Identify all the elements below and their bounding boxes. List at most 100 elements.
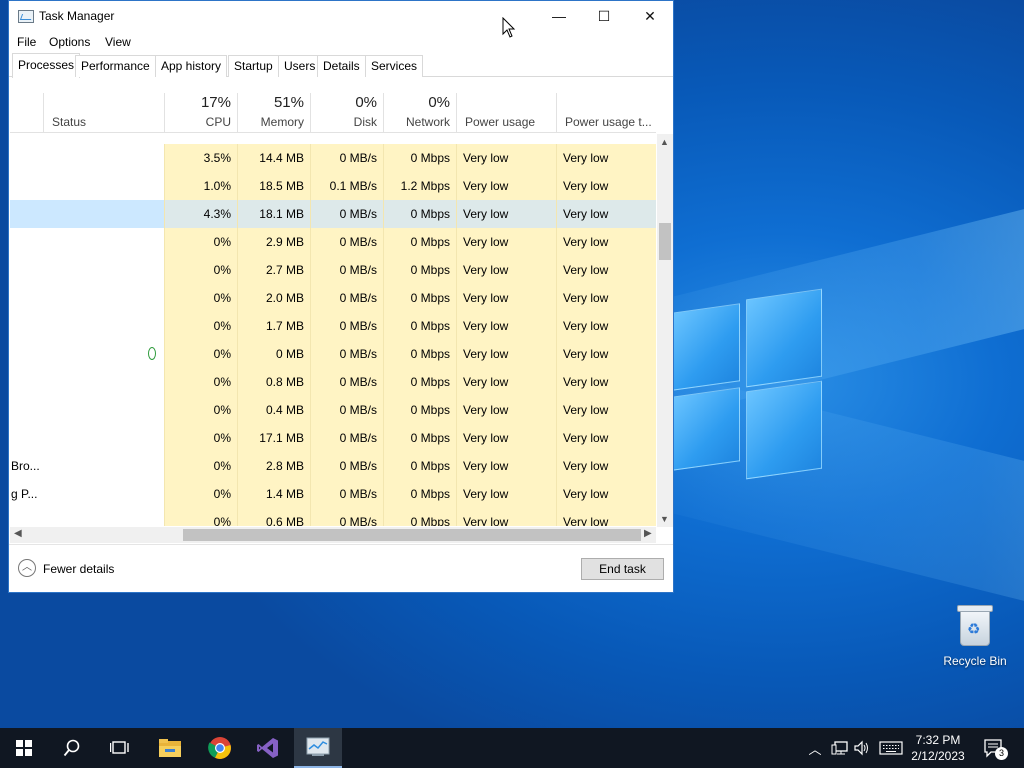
- task-manager-icon: [18, 10, 34, 23]
- process-name: [10, 144, 164, 172]
- start-button[interactable]: [0, 728, 48, 768]
- process-name: [10, 340, 164, 368]
- table-row[interactable]: 3.5% 14.4 MB 0 MB/s 0 Mbps Very low Very low: [10, 144, 656, 172]
- table-row[interactable]: 4.3% 18.1 MB 0 MB/s 0 Mbps Very low Very low: [10, 200, 656, 228]
- maximize-button[interactable]: ☐: [581, 1, 627, 32]
- chevron-up-icon[interactable]: ︿: [18, 559, 36, 577]
- vertical-scrollbar[interactable]: ▲ ▼: [657, 134, 673, 527]
- mouse-cursor-icon: [502, 17, 516, 38]
- table-row[interactable]: 0% 2.0 MB 0 MB/s 0 Mbps Very low Very low: [10, 284, 656, 312]
- task-manager-taskbar-button[interactable]: [294, 728, 342, 768]
- task-view-button[interactable]: [96, 728, 144, 768]
- recycle-bin-label: Recycle Bin: [943, 654, 1007, 668]
- window-title: Task Manager: [39, 9, 115, 23]
- cell-cpu: 1.0%: [164, 172, 237, 200]
- table-header: Status 17% CPU 51% Memory 0% Disk 0% Net…: [10, 93, 656, 133]
- cell-power-trend: Very low: [556, 256, 656, 284]
- cell-power: Very low: [456, 508, 556, 526]
- visual-studio-button[interactable]: [244, 728, 292, 768]
- table-row[interactable]: 0% 0 MB 0 MB/s 0 Mbps Very low Very low: [10, 340, 656, 368]
- menu-view[interactable]: View: [105, 35, 131, 49]
- visual-studio-icon: [257, 738, 278, 758]
- column-network[interactable]: 0% Network: [383, 93, 456, 133]
- table-row[interactable]: 0% 2.9 MB 0 MB/s 0 Mbps Very low Very low: [10, 228, 656, 256]
- process-name: g P...: [11, 487, 38, 501]
- tab-app-history[interactable]: App history: [155, 55, 228, 77]
- search-button[interactable]: [48, 728, 96, 768]
- action-center-button[interactable]: 3: [978, 728, 1010, 768]
- column-status[interactable]: Status: [43, 93, 164, 133]
- cell-network: 0 Mbps: [383, 368, 456, 396]
- cell-disk: 0 MB/s: [310, 200, 383, 228]
- cell-power-trend: Very low: [556, 452, 656, 480]
- show-hidden-icons-button[interactable]: ︿: [806, 728, 824, 768]
- cell-power: Very low: [456, 368, 556, 396]
- recycle-bin-shortcut[interactable]: ♻ Recycle Bin: [940, 600, 1010, 668]
- cell-power-trend: Very low: [556, 508, 656, 526]
- table-row[interactable]: 0% 1.7 MB 0 MB/s 0 Mbps Very low Very low: [10, 312, 656, 340]
- volume-tray-button[interactable]: [852, 728, 872, 768]
- process-name: [10, 172, 164, 200]
- cell-power: Very low: [456, 200, 556, 228]
- cell-network: 1.2 Mbps: [383, 172, 456, 200]
- fewer-details-link[interactable]: Fewer details: [43, 562, 114, 576]
- menu-file[interactable]: File: [17, 35, 36, 49]
- tab-startup[interactable]: Startup: [228, 55, 279, 77]
- column-disk[interactable]: 0% Disk: [310, 93, 383, 133]
- clock-time: 7:32 PM: [915, 733, 961, 747]
- keyboard-icon: [879, 741, 903, 755]
- cell-cpu: 0%: [164, 228, 237, 256]
- keyboard-tray-button[interactable]: [878, 728, 904, 768]
- column-cpu[interactable]: 17% CPU: [164, 93, 237, 133]
- table-row[interactable]: Bro... 0% 2.8 MB 0 MB/s 0 Mbps Very low Very l…: [10, 452, 656, 480]
- close-button[interactable]: ✕: [627, 1, 673, 32]
- scroll-up-icon[interactable]: ▲: [660, 137, 669, 147]
- table-row[interactable]: 1.0% 18.5 MB 0.1 MB/s 1.2 Mbps Very low Very …: [10, 172, 656, 200]
- menu-options[interactable]: Options: [49, 35, 90, 49]
- column-memory[interactable]: 51% Memory: [237, 93, 310, 133]
- end-task-button[interactable]: End task: [581, 558, 664, 580]
- cell-cpu: 0%: [164, 480, 237, 508]
- network-tray-button[interactable]: [830, 728, 850, 768]
- tab-services[interactable]: Services: [365, 55, 424, 77]
- chrome-button[interactable]: [196, 728, 244, 768]
- table-row[interactable]: 0% 0.4 MB 0 MB/s 0 Mbps Very low Very low: [10, 396, 656, 424]
- horizontal-scrollbar[interactable]: ◀ ▶: [10, 527, 656, 543]
- column-power-usage-trend[interactable]: Power usage t...: [556, 93, 656, 133]
- cell-cpu: 0%: [164, 424, 237, 452]
- title-bar[interactable]: Task Manager — ☐ ✕: [9, 1, 673, 32]
- cell-cpu: 0%: [164, 340, 237, 368]
- table-row[interactable]: 0% 0.8 MB 0 MB/s 0 Mbps Very low Very low: [10, 368, 656, 396]
- table-row[interactable]: 0% 17.1 MB 0 MB/s 0 Mbps Very low Very low: [10, 424, 656, 452]
- cell-power-trend: Very low: [556, 172, 656, 200]
- scroll-down-icon[interactable]: ▼: [660, 514, 669, 524]
- cell-memory: 0.8 MB: [237, 368, 310, 396]
- cell-disk: 0 MB/s: [310, 340, 383, 368]
- cell-cpu: 0%: [164, 256, 237, 284]
- cell-network: 0 Mbps: [383, 508, 456, 526]
- tab-users[interactable]: Users: [278, 55, 322, 77]
- cell-disk: 0 MB/s: [310, 368, 383, 396]
- cell-power: Very low: [456, 144, 556, 172]
- cell-power-trend: Very low: [556, 284, 656, 312]
- table-row[interactable]: 0% 0.6 MB 0 MB/s 0 Mbps Very low Very low: [10, 508, 656, 526]
- file-explorer-button[interactable]: [146, 728, 194, 768]
- process-name: [10, 424, 164, 452]
- tab-processes[interactable]: Processes: [12, 53, 81, 78]
- scroll-right-icon[interactable]: ▶: [644, 528, 652, 539]
- tab-details[interactable]: Details: [317, 55, 366, 77]
- scroll-left-icon[interactable]: ◀: [14, 528, 22, 539]
- table-row[interactable]: g P... 0% 1.4 MB 0 MB/s 0 Mbps Very low Very l…: [10, 480, 656, 508]
- tab-performance[interactable]: Performance: [75, 55, 156, 77]
- wallpaper-windows-logo: [672, 288, 822, 480]
- cell-network: 0 Mbps: [383, 228, 456, 256]
- task-manager-icon: [306, 737, 330, 756]
- table-row[interactable]: 0% 2.7 MB 0 MB/s 0 Mbps Very low Very low: [10, 256, 656, 284]
- column-power-usage[interactable]: Power usage: [456, 93, 556, 133]
- cell-network: 0 Mbps: [383, 144, 456, 172]
- minimize-button[interactable]: —: [536, 1, 582, 32]
- process-name: Bro...: [11, 459, 40, 473]
- horizontal-scroll-thumb[interactable]: [183, 529, 641, 541]
- system-clock[interactable]: 7:32 PM 2/12/2023: [908, 732, 968, 764]
- vertical-scroll-thumb[interactable]: [659, 223, 671, 260]
